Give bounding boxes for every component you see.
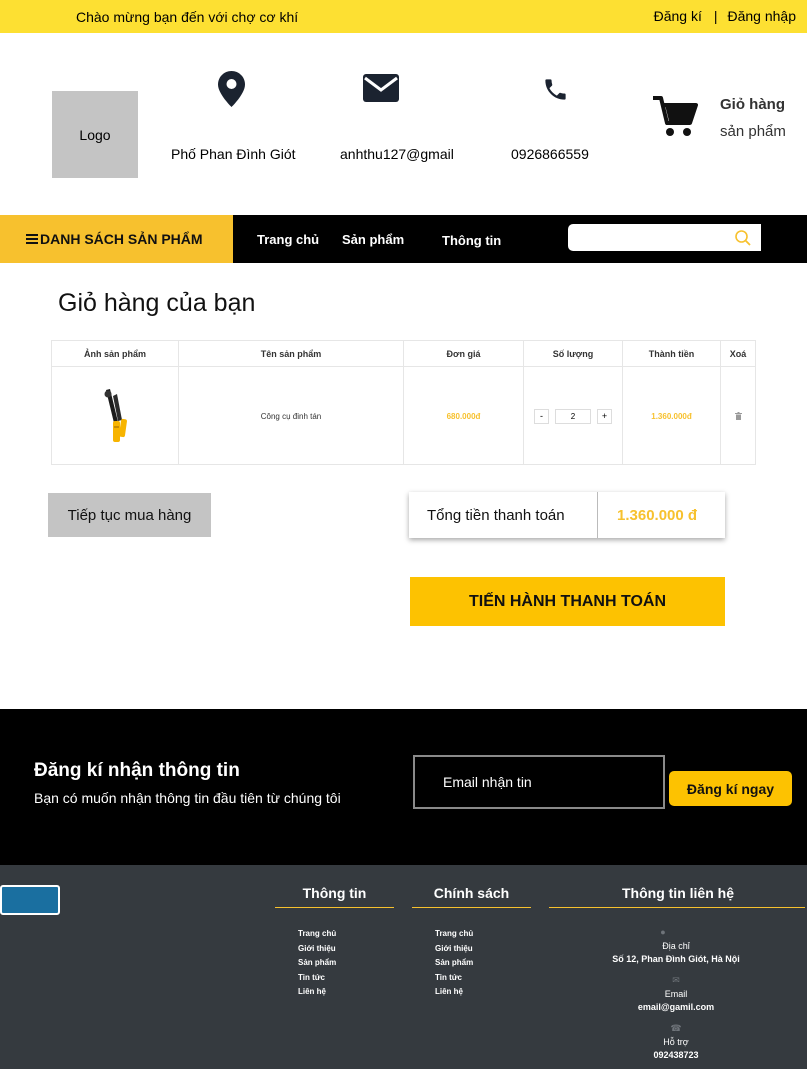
checkout-button[interactable]: TIẾN HÀNH THANH TOÁN bbox=[410, 577, 725, 626]
support-value[interactable]: 092438723 bbox=[523, 1050, 807, 1071]
footer-policy-link[interactable]: Giới thiệu bbox=[435, 944, 473, 959]
quantity-input[interactable] bbox=[555, 408, 591, 424]
search-input[interactable] bbox=[568, 224, 761, 251]
quantity-stepper: - + bbox=[534, 408, 612, 424]
product-name-cell: Công cụ đinh tán bbox=[179, 367, 404, 465]
product-name[interactable]: Công cụ đinh tán bbox=[261, 412, 322, 421]
total-value: 1.360.000 đ bbox=[617, 506, 698, 524]
top-bar: Chào mừng bạn đến với chợ cơ khí Đăng kí… bbox=[0, 0, 807, 33]
newsletter-subtitle: Bạn có muốn nhận thông tin đầu tiên từ c… bbox=[34, 790, 341, 806]
nav-products[interactable]: Sản phẩm bbox=[342, 232, 404, 247]
footer-info-divider bbox=[275, 907, 394, 908]
col-header-subtotal: Thành tiền bbox=[623, 341, 721, 367]
col-header-name: Tên sản phẩm bbox=[179, 341, 404, 367]
auth-links: Đăng kí | Đăng nhập bbox=[654, 8, 796, 24]
newsletter-subscribe-button[interactable]: Đăng kí ngay bbox=[669, 771, 792, 806]
subtotal-cell: 1.360.000đ bbox=[623, 367, 721, 465]
address-value: Số 12, Phan Đình Giót, Hà Nội bbox=[612, 954, 740, 964]
footer-info-link[interactable]: Sản phẩm bbox=[298, 958, 336, 973]
product-image[interactable] bbox=[98, 388, 132, 444]
quantity-cell: - + bbox=[524, 367, 623, 465]
email-label: Email bbox=[664, 989, 688, 999]
decrease-quantity-button[interactable]: - bbox=[534, 408, 549, 424]
footer-policy-link[interactable]: Tin tức bbox=[435, 973, 473, 988]
envelope-icon bbox=[363, 74, 399, 102]
email-value[interactable]: email@gamil.com bbox=[523, 1002, 807, 1023]
address-label: Địa chỉ bbox=[662, 941, 690, 951]
footer-policy-divider bbox=[412, 907, 531, 908]
footer-policy-link[interactable]: Liên hệ bbox=[435, 987, 473, 1002]
increase-quantity-button[interactable]: + bbox=[597, 408, 612, 424]
unit-price-cell: 680.000đ bbox=[404, 367, 524, 465]
login-link[interactable]: Đăng nhập bbox=[727, 8, 796, 24]
main-nav: DANH SÁCH SẢN PHẨM Trang chủ Sản phẩm Th… bbox=[0, 215, 807, 263]
subtotal-value: 1.360.000đ bbox=[651, 411, 692, 421]
col-header-remove: Xoá bbox=[721, 341, 755, 367]
nav-info[interactable]: Thông tin bbox=[442, 233, 501, 248]
logo-text: Logo bbox=[79, 126, 111, 143]
cart-table: Ảnh sản phẩm Tên sản phẩm Đơn giá Số lượ… bbox=[51, 340, 756, 465]
phone-text: 0926866559 bbox=[511, 146, 589, 162]
trash-icon[interactable] bbox=[734, 412, 742, 420]
header: Logo Phố Phan Đình Giót anhthu127@gmail … bbox=[0, 33, 807, 215]
support-phone-icon: ☎ bbox=[670, 1023, 682, 1033]
register-link[interactable]: Đăng kí bbox=[654, 8, 702, 24]
continue-shopping-button[interactable]: Tiếp tục mua hàng bbox=[48, 493, 211, 537]
auth-separator: | bbox=[713, 8, 718, 24]
footer-policy-link[interactable]: Trang chủ bbox=[435, 929, 473, 944]
newsletter-email-input[interactable] bbox=[413, 755, 665, 809]
order-total: Tổng tiền thanh toán 1.360.000 đ bbox=[409, 492, 725, 538]
newsletter-section: Đăng kí nhận thông tin Bạn có muốn nhận … bbox=[0, 709, 807, 865]
footer-info-links: Trang chủ Giới thiệu Sản phẩm Tin tức Li… bbox=[298, 929, 336, 1002]
footer-policy-link[interactable]: Sản phẩm bbox=[435, 958, 473, 973]
col-header-quantity: Số lượng bbox=[524, 341, 623, 367]
cart-subtitle: sản phẩm bbox=[720, 123, 786, 140]
search-icon[interactable] bbox=[734, 229, 752, 247]
product-image-cell bbox=[52, 367, 179, 465]
footer-info-link[interactable]: Liên hệ bbox=[298, 987, 336, 1002]
mail-icon: ✉ bbox=[672, 975, 680, 985]
menu-icon bbox=[26, 234, 38, 244]
footer-info-link[interactable]: Trang chủ bbox=[298, 929, 336, 944]
footer-contact-block: ● Địa chỉ Số 12, Phan Đình Giót, Hà Nội … bbox=[549, 927, 807, 1071]
welcome-text: Chào mừng bạn đến với chợ cơ khí bbox=[76, 9, 299, 25]
footer-info-link[interactable]: Giới thiệu bbox=[298, 944, 336, 959]
cart-icon bbox=[653, 96, 698, 136]
footer: Thông tin Trang chủ Giới thiệu Sản phẩm … bbox=[0, 865, 807, 1069]
footer-logo[interactable] bbox=[0, 885, 60, 915]
address-text: Phố Phan Đình Giót bbox=[171, 146, 296, 162]
footer-info-link[interactable]: Tin tức bbox=[298, 973, 336, 988]
category-menu-label: DANH SÁCH SẢN PHẨM bbox=[40, 231, 203, 247]
header-cart[interactable] bbox=[652, 93, 698, 144]
footer-policy-title: Chính sách bbox=[433, 885, 510, 901]
logo[interactable]: Logo bbox=[52, 91, 138, 178]
newsletter-title: Đăng kí nhận thông tin bbox=[34, 760, 240, 781]
footer-policy-links: Trang chủ Giới thiệu Sản phẩm Tin tức Li… bbox=[435, 929, 473, 1002]
page-title: Giỏ hàng của bạn bbox=[58, 289, 256, 317]
unit-price: 680.000đ bbox=[446, 411, 481, 421]
footer-info-title: Thông tin bbox=[302, 885, 367, 901]
email-text: anhthu127@gmail bbox=[340, 146, 454, 162]
location-icon: ● bbox=[660, 927, 666, 937]
col-header-image: Ảnh sản phẩm bbox=[52, 341, 179, 367]
total-label: Tổng tiền thanh toán bbox=[409, 492, 598, 538]
map-pin-icon bbox=[218, 71, 245, 107]
category-menu-button[interactable]: DANH SÁCH SẢN PHẨM bbox=[0, 215, 233, 263]
cart-title[interactable]: Giỏ hàng bbox=[720, 96, 785, 113]
footer-contact-divider bbox=[549, 907, 805, 908]
col-header-unit-price: Đơn giá bbox=[404, 341, 524, 367]
support-label: Hỗ trợ bbox=[663, 1037, 689, 1047]
nav-home[interactable]: Trang chủ bbox=[257, 232, 319, 247]
footer-contact-title: Thông tin liên hệ bbox=[622, 885, 734, 901]
phone-icon bbox=[545, 79, 566, 100]
remove-cell bbox=[721, 367, 755, 465]
